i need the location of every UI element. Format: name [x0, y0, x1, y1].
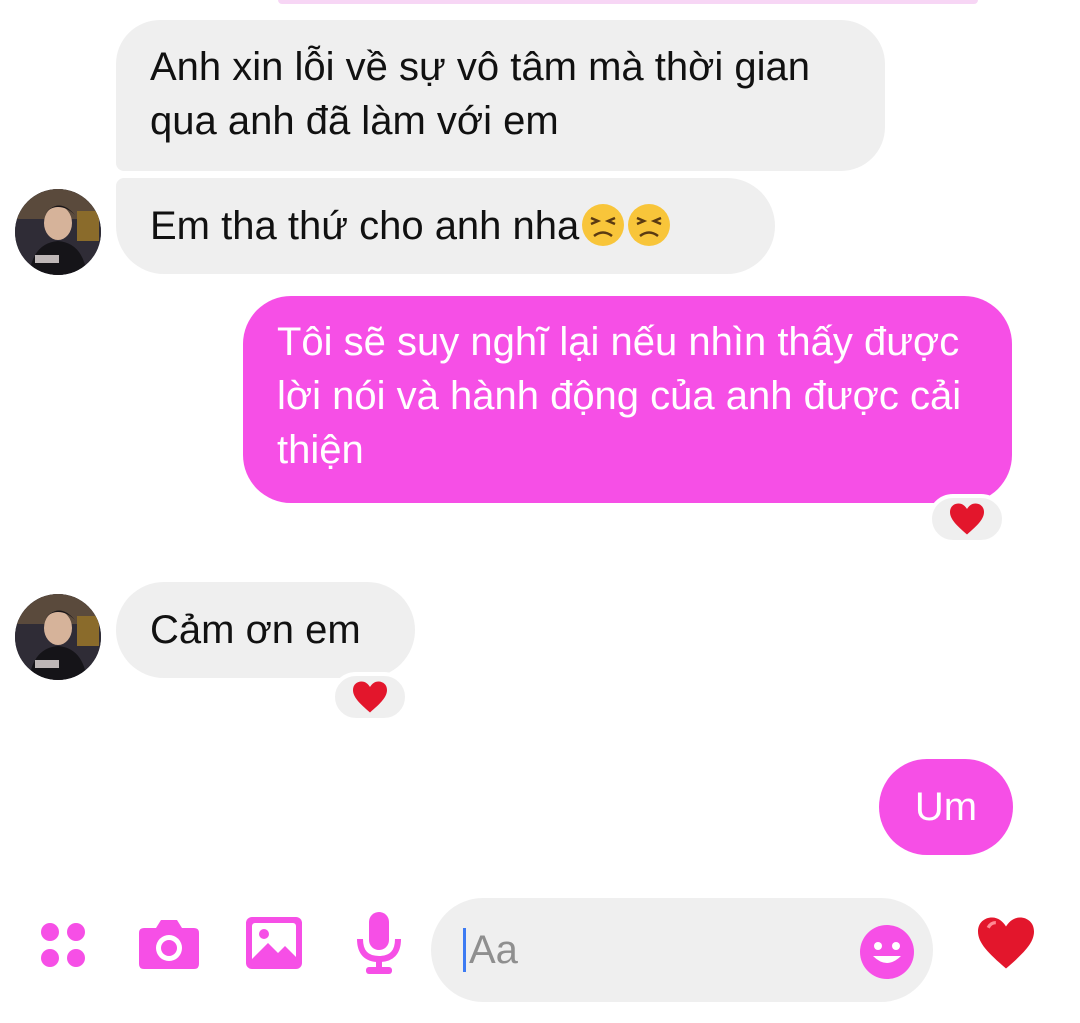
microphone-icon[interactable]: [354, 910, 404, 978]
like-heart-icon[interactable]: [974, 912, 1038, 974]
message-composer: Aa: [0, 890, 1080, 1023]
persevering-face-emoji: [627, 203, 671, 261]
message-input-placeholder: Aa: [469, 928, 518, 972]
heart-reaction[interactable]: [928, 494, 1006, 544]
contact-avatar[interactable]: [15, 594, 101, 680]
outgoing-message-bubble[interactable]: Um: [879, 759, 1013, 855]
camera-icon[interactable]: [136, 912, 202, 974]
heart-reaction[interactable]: [331, 672, 409, 722]
incoming-message-bubble[interactable]: Em tha thứ cho anh nha: [116, 178, 775, 274]
text-caret: [463, 928, 466, 972]
message-text: Um: [914, 785, 978, 829]
contact-avatar[interactable]: [15, 189, 101, 275]
incoming-message-bubble[interactable]: Anh xin lỗi về sự vô tâm mà thời gian qu…: [116, 20, 885, 171]
emoji-icon[interactable]: [859, 924, 915, 980]
message-input[interactable]: Aa: [431, 898, 933, 1002]
message-text: Tôi sẽ suy nghĩ lại nếu nhìn thấy được l…: [277, 320, 962, 472]
apps-icon[interactable]: [34, 916, 92, 974]
message-text: Anh xin lỗi về sự vô tâm mà thời gian qu…: [150, 45, 810, 143]
gallery-icon[interactable]: [243, 912, 305, 974]
message-text: Cảm ơn em: [150, 608, 361, 652]
persevering-face-emoji: [581, 203, 625, 261]
red-heart-icon: [353, 681, 387, 713]
message-text: Em tha thứ cho anh nha: [150, 204, 580, 248]
incoming-message-bubble[interactable]: Cảm ơn em: [116, 582, 415, 678]
red-heart-icon: [950, 503, 984, 535]
outgoing-message-bubble[interactable]: Tôi sẽ suy nghĩ lại nếu nhìn thấy được l…: [243, 296, 1012, 503]
previous-message-edge: [278, 0, 978, 4]
